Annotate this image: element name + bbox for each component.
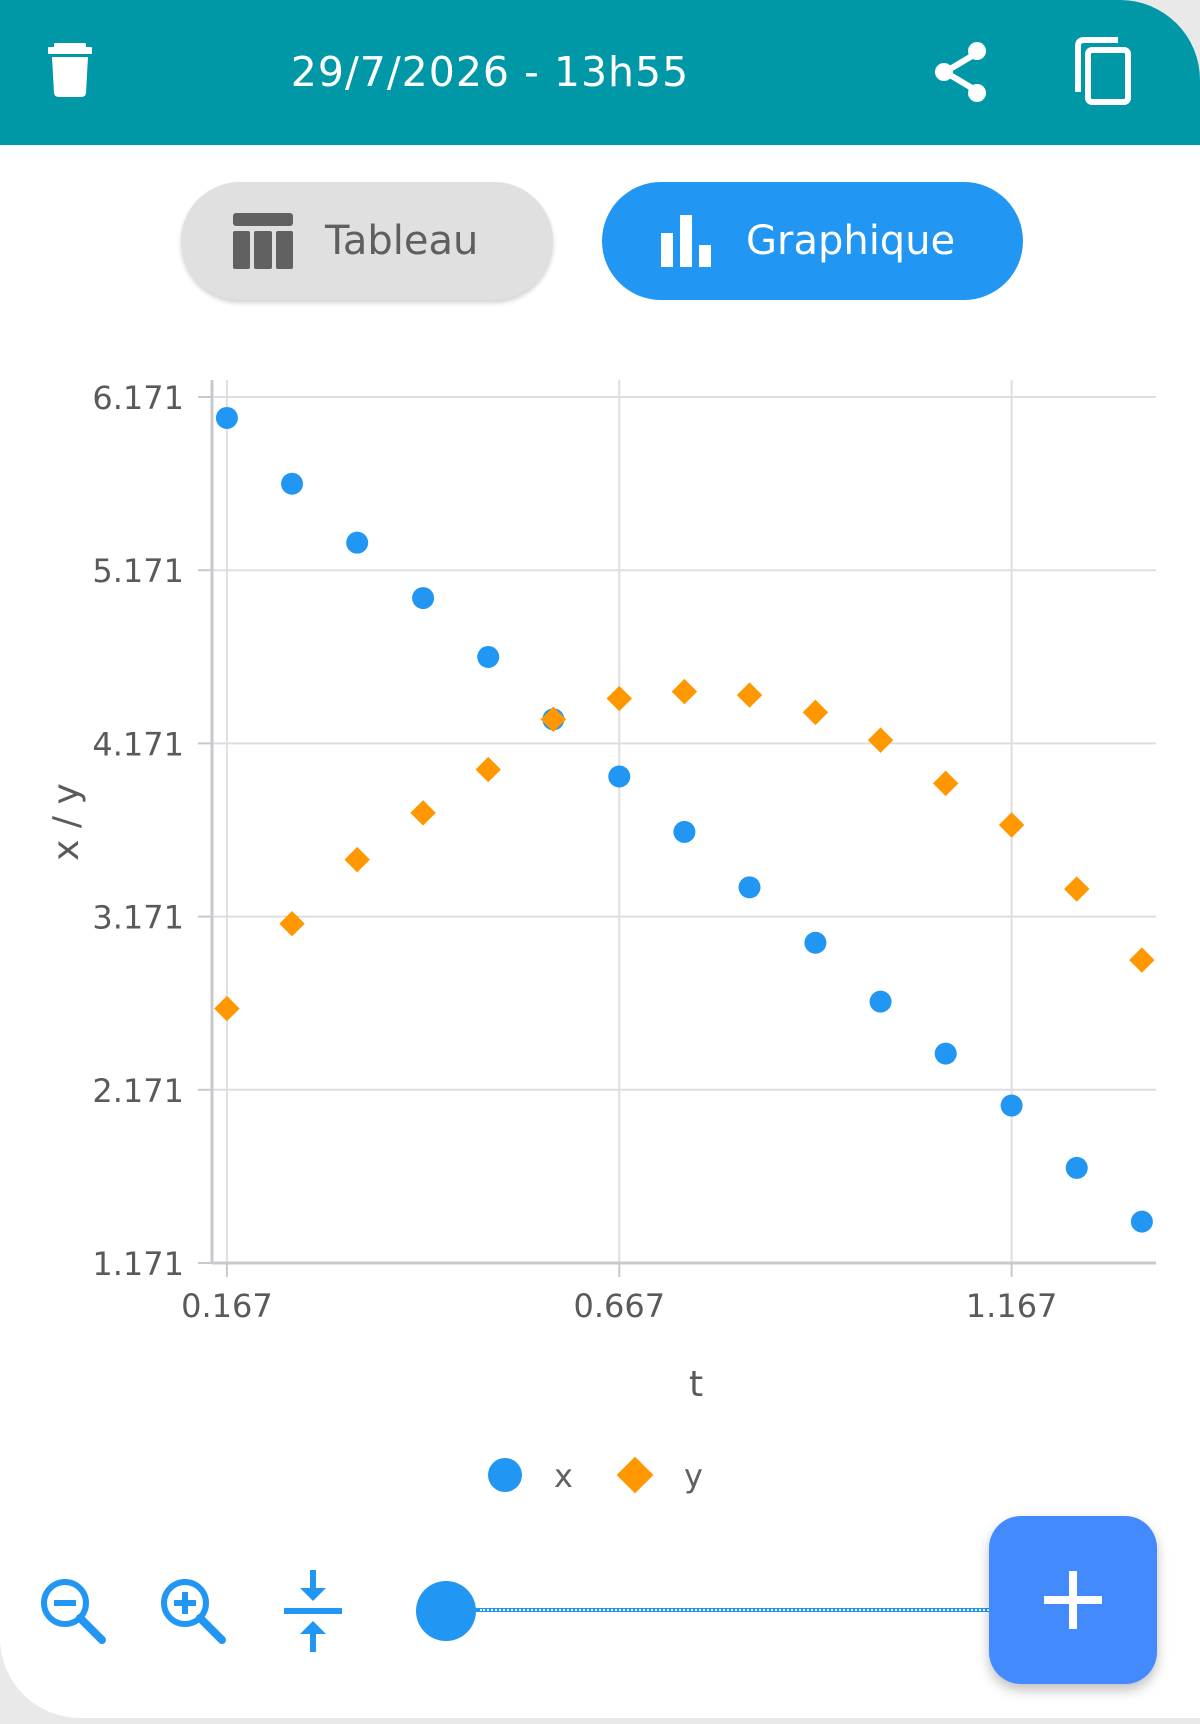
plus-icon <box>1044 1571 1102 1629</box>
y-tick-label: 5.171 <box>92 552 184 590</box>
y-tick-label: 2.171 <box>92 1072 184 1110</box>
page-title: 29/7/2026 - 13h55 <box>290 48 690 96</box>
data-point-x <box>608 765 631 788</box>
graphique-view-button[interactable]: Graphique <box>602 182 1023 300</box>
x-axis-title: t <box>689 1364 703 1405</box>
data-point-y <box>1064 876 1090 902</box>
y-tick-label: 1.171 <box>92 1245 184 1283</box>
data-point-y <box>998 812 1025 838</box>
legend-label-x: x <box>554 1457 573 1495</box>
fit-vertical-icon <box>284 1570 342 1652</box>
scatter-chart: 1.171 2.171 3.171 4.171 5.171 6.171 0.167 0.667… <box>46 379 1156 1405</box>
data-point-x <box>412 587 435 610</box>
share-icon <box>935 42 986 102</box>
data-point-y <box>932 770 959 797</box>
graphique-label: Graphique <box>746 218 956 264</box>
data-point-x <box>346 531 369 554</box>
data-point-y <box>606 685 632 712</box>
legend-label-y: y <box>684 1457 703 1495</box>
data-point-y <box>344 846 370 873</box>
zoom-in-icon <box>161 1579 226 1644</box>
legend-marker-x <box>488 1458 522 1492</box>
data-point-y <box>475 756 501 783</box>
x-tick-label: 0.167 <box>181 1287 273 1325</box>
y-tick-label: 6.171 <box>92 379 184 417</box>
data-point-y <box>1129 947 1155 973</box>
y-axis-title: x / y <box>46 783 87 861</box>
y-tick-label: 3.171 <box>92 899 184 937</box>
data-point-x <box>934 1042 957 1065</box>
tableau-label: Tableau <box>325 218 479 264</box>
fit-vertical-button[interactable] <box>280 1568 346 1654</box>
data-point-x <box>869 990 892 1013</box>
zoom-slider-thumb[interactable] <box>416 1581 476 1641</box>
bar-chart-icon <box>661 215 711 267</box>
data-point-y <box>214 995 240 1022</box>
data-point-y <box>279 910 305 937</box>
app-window: 29/7/2026 - 13h55 Tableau Graphique 1.17… <box>0 0 1200 1718</box>
zoom-out-button[interactable] <box>38 1576 108 1646</box>
data-point-y-overlap <box>540 706 567 733</box>
data-point-y <box>736 682 763 708</box>
top-app-bar: 29/7/2026 - 13h55 <box>0 0 1200 145</box>
data-point-x <box>1130 1210 1153 1233</box>
legend-marker-y <box>616 1456 654 1494</box>
data-point-x <box>1065 1156 1088 1179</box>
data-point-x <box>804 931 827 954</box>
data-point-x <box>215 406 238 429</box>
data-point-x <box>738 876 761 899</box>
y-tick-label: 4.171 <box>92 725 184 763</box>
data-point-x <box>281 472 304 495</box>
add-button[interactable] <box>989 1516 1157 1684</box>
trash-icon <box>48 43 92 97</box>
data-point-y <box>671 678 698 705</box>
copy-button[interactable] <box>1068 34 1138 108</box>
data-point-y <box>410 800 436 826</box>
zoom-slider-ticks <box>480 1609 1000 1611</box>
copy-icon <box>1075 37 1131 105</box>
data-point-y <box>802 699 829 726</box>
x-tick-label: 0.667 <box>573 1287 665 1325</box>
zoom-in-button[interactable] <box>158 1576 228 1646</box>
share-button[interactable] <box>928 36 994 106</box>
data-point-x <box>1000 1094 1023 1117</box>
zoom-out-icon <box>41 1579 106 1644</box>
data-point-x <box>477 645 500 668</box>
data-point-x <box>673 820 696 843</box>
table-icon <box>233 213 293 269</box>
tableau-view-button[interactable]: Tableau <box>181 182 553 300</box>
data-point-y <box>867 727 894 753</box>
x-tick-label: 1.167 <box>966 1287 1058 1325</box>
chart-legend: x y <box>488 1456 703 1495</box>
delete-button[interactable] <box>44 36 96 106</box>
